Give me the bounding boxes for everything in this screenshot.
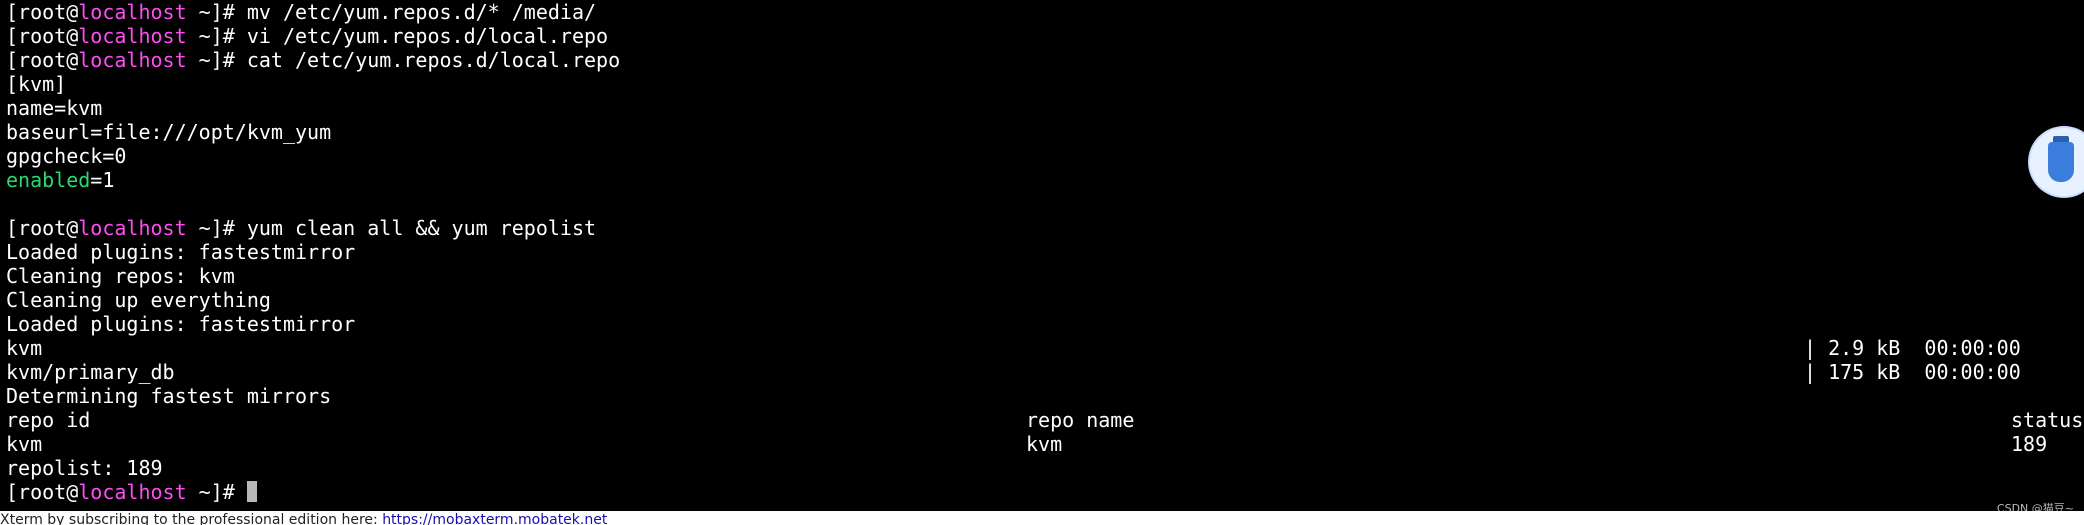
terminal-line: Determining fastest mirrors xyxy=(6,384,620,408)
terminal-line: Loaded plugins: fastestmirror xyxy=(6,240,620,264)
terminal-line: [kvm] xyxy=(6,72,620,96)
terminal-line: [root@localhost ~]# vi /etc/yum.repos.d/… xyxy=(6,24,620,48)
download-progress-primary-db: | 175 kB 00:00:00 xyxy=(1804,360,2021,384)
prompt-open: [root@ xyxy=(6,0,79,24)
prompt-open: [root@ xyxy=(6,480,79,504)
output-text: kvm xyxy=(6,432,43,456)
prompt-close: ~]# xyxy=(186,216,247,240)
output-text: kvm/primary_db xyxy=(6,360,175,384)
terminal-line: [root@localhost ~]# mv /etc/yum.repos.d/… xyxy=(6,0,620,24)
prompt-open: [root@ xyxy=(6,216,79,240)
terminal-line: baseurl=file:///opt/kvm_yum xyxy=(6,120,620,144)
repo-name-header: repo name xyxy=(1026,408,1135,432)
terminal-line: Cleaning repos: kvm xyxy=(6,264,620,288)
usb-body-shape xyxy=(2048,142,2074,182)
terminal-line: enabled=1 xyxy=(6,168,620,192)
usb-drive-icon[interactable] xyxy=(2030,128,2084,196)
footer-text: Xterm by subscribing to the professional… xyxy=(0,512,378,525)
command-text: vi /etc/yum.repos.d/local.repo xyxy=(246,24,609,48)
watermark: CSDN @猫豆~ xyxy=(1996,502,2074,511)
status-header: status xyxy=(2011,408,2084,432)
terminal-line: repolist: 189 xyxy=(6,456,620,480)
download-progress-kvm: | 2.9 kB 00:00:00 xyxy=(1804,336,2021,360)
prompt-close: ~]# xyxy=(186,24,247,48)
terminal-line: [root@localhost ~]# xyxy=(6,480,620,504)
output-text: Cleaning up everything xyxy=(6,288,271,312)
terminal-line: kvm/primary_db xyxy=(6,360,620,384)
output-text: gpgcheck=0 xyxy=(6,144,127,168)
status-value: 189 xyxy=(2011,432,2048,456)
terminal-line: repo id xyxy=(6,408,620,432)
terminal-window[interactable]: [root@localhost ~]# mv /etc/yum.repos.d/… xyxy=(0,0,2084,511)
prompt-close: ~]# xyxy=(186,48,247,72)
prompt-open: [root@ xyxy=(6,24,79,48)
output-text: repolist: 189 xyxy=(6,456,163,480)
prompt-host: localhost xyxy=(78,24,187,48)
output-text: Determining fastest mirrors xyxy=(6,384,332,408)
terminal-output: [root@localhost ~]# mv /etc/yum.repos.d/… xyxy=(6,0,620,504)
config-value: =1 xyxy=(90,168,115,192)
footer-link[interactable]: https://mobaxterm.mobatek.net xyxy=(382,512,607,525)
repo-name-value: kvm xyxy=(1026,432,1063,456)
terminal-line: name=kvm xyxy=(6,96,620,120)
terminal-line: Cleaning up everything xyxy=(6,288,620,312)
prompt-host: localhost xyxy=(78,48,187,72)
prompt-open: [root@ xyxy=(6,48,79,72)
output-text: repo id xyxy=(6,408,91,432)
status-footer: Xterm by subscribing to the professional… xyxy=(0,512,2084,525)
output-text: Loaded plugins: fastestmirror xyxy=(6,240,356,264)
output-text: Loaded plugins: fastestmirror xyxy=(6,312,356,336)
prompt-close: ~]# xyxy=(186,480,247,504)
config-key: enabled xyxy=(6,168,91,192)
prompt-host: localhost xyxy=(78,480,187,504)
command-text: mv /etc/yum.repos.d/* /media/ xyxy=(246,0,597,24)
terminal-line: kvm xyxy=(6,336,620,360)
output-text: kvm xyxy=(6,336,43,360)
output-text: [kvm] xyxy=(6,72,67,96)
terminal-line: kvm xyxy=(6,432,620,456)
terminal-line: [root@localhost ~]# yum clean all && yum… xyxy=(6,216,620,240)
terminal-cursor[interactable] xyxy=(246,481,257,502)
terminal-line: Loaded plugins: fastestmirror xyxy=(6,312,620,336)
prompt-host: localhost xyxy=(78,0,187,24)
output-text: baseurl=file:///opt/kvm_yum xyxy=(6,120,332,144)
prompt-close: ~]# xyxy=(186,0,247,24)
output-text: Cleaning repos: kvm xyxy=(6,264,235,288)
output-text: name=kvm xyxy=(6,96,103,120)
terminal-line: [root@localhost ~]# cat /etc/yum.repos.d… xyxy=(6,48,620,72)
command-text: cat /etc/yum.repos.d/local.repo xyxy=(246,48,621,72)
command-text: yum clean all && yum repolist xyxy=(246,216,597,240)
prompt-host: localhost xyxy=(78,216,187,240)
terminal-line: gpgcheck=0 xyxy=(6,144,620,168)
